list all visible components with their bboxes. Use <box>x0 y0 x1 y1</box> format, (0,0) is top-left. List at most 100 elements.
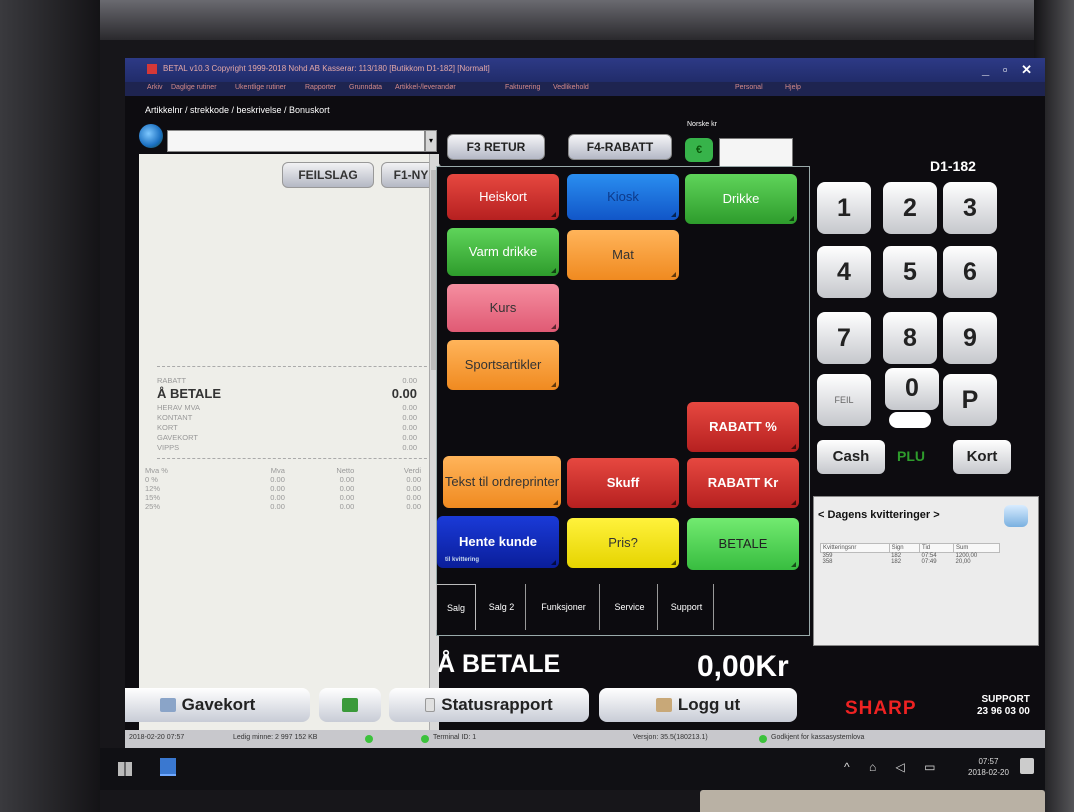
gavekort-button[interactable]: Gavekort <box>125 688 310 722</box>
table-cell: 0.00 <box>270 493 285 502</box>
table-cell: 0.00 <box>339 484 355 493</box>
pris-button[interactable]: Pris? <box>567 518 679 568</box>
menu-item[interactable]: Hjelp <box>785 84 801 91</box>
money-icon <box>342 698 358 712</box>
kiosk-button[interactable]: Kiosk <box>567 174 679 220</box>
plu-label[interactable]: PLU <box>897 448 925 464</box>
total-label: Å BETALE <box>437 650 561 678</box>
summary-kort: KORT 0.00 <box>157 423 417 432</box>
table-cell: 0 % <box>145 475 158 484</box>
table-header: Verdi <box>403 466 421 475</box>
table-header: Kvitteringsnr <box>820 543 890 553</box>
numpad-key-feil[interactable]: FEIL <box>817 374 871 426</box>
receipts-panel: < Dagens kvitteringer > Kvitteringsnr Si… <box>813 496 1039 646</box>
rabatt-kr-button[interactable]: RABATT Kr <box>687 458 799 508</box>
feilslag-button[interactable]: FEILSLAG <box>282 162 374 188</box>
status-godkjent: Godkjent for kassasystemlova <box>771 734 865 741</box>
sportsartikler-button[interactable]: Sportsartikler <box>447 340 559 390</box>
table-row: 25% 0.00 0.00 0.00 <box>143 502 423 511</box>
numpad-key-4[interactable]: 4 <box>817 246 871 298</box>
title-bar: BETAL v10.3 Copyright 1999-2018 Nohd AB … <box>125 58 1045 82</box>
menu-item[interactable]: Vedlikehold <box>553 84 589 91</box>
cash-button[interactable]: Cash <box>817 440 885 474</box>
menu-item[interactable]: Daglige rutiner <box>171 84 217 91</box>
table-cell: 15% <box>145 493 161 502</box>
numpad-key-3[interactable]: 3 <box>943 182 997 234</box>
hente-kunde-button[interactable]: Hente kunde til kvittering <box>437 516 559 568</box>
menu-item[interactable]: Rapporter <box>305 84 336 91</box>
total-amount: 0,00Kr <box>697 650 789 683</box>
table-row: 15% 0.00 0.00 0.00 <box>143 493 423 502</box>
tab-funksjoner[interactable]: Funksjoner <box>528 584 600 630</box>
numpad-key-p[interactable]: P <box>943 374 997 426</box>
article-search-input[interactable] <box>167 130 425 152</box>
numpad-key-5[interactable]: 5 <box>883 246 937 298</box>
window-title: BETAL v10.3 Copyright 1999-2018 Nohd AB … <box>163 64 490 73</box>
table-cell: 0.00 <box>339 475 355 484</box>
heiskort-button[interactable]: Heiskort <box>447 174 559 220</box>
receipts-table: Kvitteringsnr Sign Tid Sum 359 182 07:54 12… <box>820 543 1000 565</box>
receipts-nav[interactable]: < Dagens kvitteringer > <box>818 509 940 521</box>
table-header-row: Kvitteringsnr Sign Tid Sum <box>820 543 1000 553</box>
table-cell: 25% <box>145 502 161 511</box>
system-tray[interactable]: ^ ⌂ ◁ ▭ <box>844 760 943 774</box>
chevron-down-icon[interactable]: ▾ <box>425 130 437 152</box>
numpad-key-6[interactable]: 6 <box>943 246 997 298</box>
menu-item[interactable]: Ukentlige rutiner <box>235 84 286 91</box>
rabatt-percent-button[interactable]: RABATT % <box>687 402 799 452</box>
numpad-key-9[interactable]: 9 <box>943 312 997 364</box>
numpad-key-8[interactable]: 8 <box>883 312 937 364</box>
table-header: Sign <box>888 543 921 553</box>
menu-item[interactable]: Fakturering <box>505 84 540 91</box>
menu-item[interactable]: Artikkel-/leverandør <box>395 84 456 91</box>
kort-button[interactable]: Kort <box>953 440 1011 474</box>
table-header: Tid <box>919 543 955 553</box>
kurs-button[interactable]: Kurs <box>447 284 559 332</box>
f4-rabatt-button[interactable]: F4-RABATT <box>568 134 672 160</box>
numpad-key-1[interactable]: 1 <box>817 182 871 234</box>
varm-drikke-button[interactable]: Varm drikke <box>447 228 559 276</box>
windows-start-icon[interactable] <box>118 762 132 776</box>
taskbar-clock[interactable]: 07:57 2018-02-20 <box>968 756 1009 778</box>
cash-drawer-button[interactable] <box>319 688 381 722</box>
mat-button[interactable]: Mat <box>567 230 679 280</box>
skuff-button[interactable]: Skuff <box>567 458 679 508</box>
tab-service[interactable]: Service <box>602 584 658 630</box>
report-icon <box>425 698 436 712</box>
tab-salg[interactable]: Salg <box>436 584 476 630</box>
pos-app-task-icon[interactable] <box>160 758 176 776</box>
search-icon[interactable] <box>1004 505 1028 527</box>
notification-icon[interactable] <box>1020 758 1034 774</box>
table-cell: 0.00 <box>270 502 285 511</box>
currency-button[interactable]: € <box>685 138 713 162</box>
globe-icon[interactable] <box>139 124 163 148</box>
status-ok-icon <box>759 735 767 743</box>
menu-item[interactable]: Grunndata <box>349 84 382 91</box>
numpad-key-00[interactable] <box>889 412 931 428</box>
statusrapport-button[interactable]: Statusrapport <box>389 688 589 722</box>
tekst-ordreprinter-button[interactable]: Tekst til ordreprinter <box>443 456 561 508</box>
logg-ut-button[interactable]: Logg ut <box>599 688 797 722</box>
table-header: Sum <box>953 543 1000 553</box>
tab-support[interactable]: Support <box>660 584 714 630</box>
f3-retur-button[interactable]: F3 RETUR <box>447 134 545 160</box>
gavekort-label: Gavekort <box>181 695 256 714</box>
clock-time: 07:57 <box>978 757 999 766</box>
status-version: Versjon: 35.5(180213.1) <box>633 734 708 741</box>
betale-button[interactable]: BETALE <box>687 518 799 570</box>
tab-salg-2[interactable]: Salg 2 <box>478 584 526 630</box>
menu-item[interactable]: Arkiv <box>147 84 163 91</box>
drikke-button[interactable]: Drikke <box>685 174 797 224</box>
norske-kr-input[interactable] <box>719 138 793 168</box>
status-bar: 2018-02-20 07:57 Ledig minne: 2 997 152 … <box>125 730 1045 748</box>
menu-item[interactable]: Personal <box>735 84 763 91</box>
window-controls[interactable]: _ ▫ ✕ <box>982 62 1037 78</box>
status-terminal: Terminal ID: 1 <box>433 734 477 741</box>
numpad-key-0[interactable]: 0 <box>885 368 939 410</box>
table-cell: 0.00 <box>339 502 355 511</box>
numpad-key-2[interactable]: 2 <box>883 182 937 234</box>
numpad-key-7[interactable]: 7 <box>817 312 871 364</box>
table-cell: 0.00 <box>270 484 285 493</box>
table-row[interactable]: 358 182 07:49 20,00 <box>821 559 1000 565</box>
summary-a-betale: Å BETALE 0.00 <box>157 386 417 401</box>
